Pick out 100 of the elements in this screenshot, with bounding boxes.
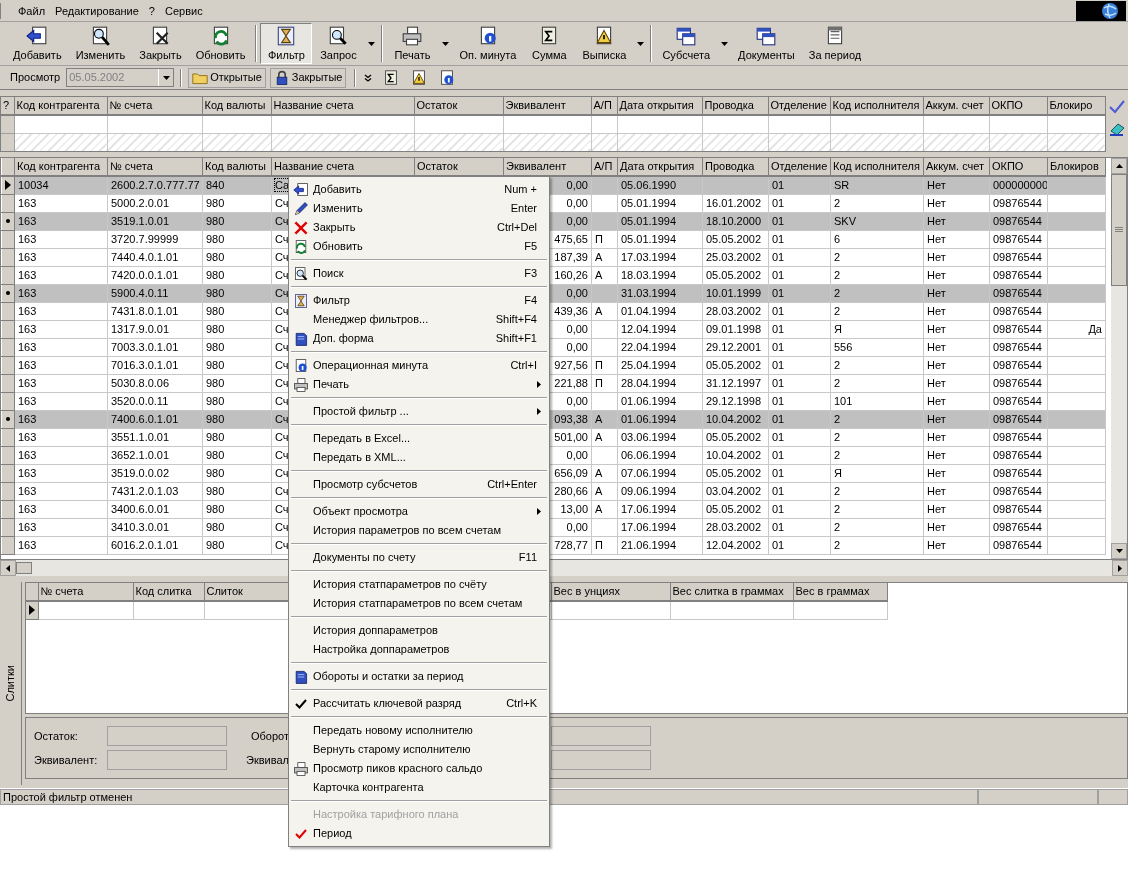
column-header[interactable]: Вес слитка в граммах — [670, 583, 793, 601]
checkmark-icon[interactable] — [1109, 100, 1125, 114]
scroll-up-icon[interactable] — [1115, 164, 1123, 168]
column-header[interactable]: № счета — [107, 158, 203, 176]
scroll-down-button[interactable] — [1111, 543, 1127, 559]
column-header[interactable]: Эквивалент — [503, 158, 592, 176]
vertical-scrollbar[interactable] — [1111, 158, 1127, 559]
table-cell: 163 — [18, 214, 37, 227]
column-header[interactable]: Дата открытия — [617, 158, 703, 176]
column-header[interactable]: А/П — [591, 97, 617, 115]
column-header[interactable]: Проводка — [702, 97, 768, 115]
column-header[interactable]: Остаток — [414, 97, 503, 115]
table-cell: Я — [834, 322, 842, 335]
menu-item[interactable]: Период — [291, 824, 547, 843]
column-header[interactable]: ОКПО — [989, 158, 1048, 176]
table-cell: SR — [834, 179, 850, 191]
eraser-icon[interactable] — [1109, 122, 1125, 136]
menu-item[interactable]: Печать — [291, 375, 547, 394]
column-header[interactable]: Код исполнителя — [830, 158, 924, 176]
help-corner-header[interactable]: ? — [1, 97, 14, 115]
column-header[interactable]: Отделение — [768, 97, 830, 115]
table-cell: 05.05.2002 — [706, 232, 762, 245]
column-header[interactable]: Вес в унциях — [551, 583, 670, 601]
table-cell: А — [595, 430, 603, 443]
toolbar-button[interactable]: Сумма — [523, 23, 576, 64]
menu-item[interactable]: Файл — [13, 2, 51, 19]
caret-icon — [441, 41, 449, 46]
menu-item[interactable]: ? — [143, 2, 160, 19]
menu-item[interactable]: История статпараметров по всем счетам — [291, 594, 547, 613]
marked-row-icon — [6, 219, 10, 223]
menu-item[interactable]: Настройка доппараметров — [291, 640, 547, 659]
column-header[interactable]: Вес в граммах — [793, 583, 887, 601]
scroll-left-icon[interactable] — [6, 564, 10, 572]
menu-item[interactable]: Сервис — [159, 2, 208, 19]
scroll-left-button[interactable] — [0, 560, 16, 576]
menu-item[interactable]: Обороты и остатки за период — [291, 667, 547, 686]
menu-item[interactable]: История доппараметров — [291, 621, 547, 640]
table-cell: 7440.4.0.1.01 — [111, 250, 179, 263]
column-header[interactable]: Код валюты — [202, 97, 271, 115]
toolbar-button[interactable]: Документы — [731, 23, 802, 64]
toolbar-button[interactable]: Закрыть — [132, 23, 189, 64]
table-cell: 09876544 — [993, 466, 1042, 479]
column-header[interactable]: Название счета — [271, 97, 414, 115]
column-header[interactable]: Блокиров — [1047, 158, 1106, 176]
column-header[interactable]: Название счета — [271, 158, 415, 176]
column-header[interactable]: Аккум. счет — [923, 97, 989, 115]
table-cell: 160,26 — [554, 268, 588, 281]
table-cell: Сч — [275, 358, 289, 371]
view-toggle-button[interactable]: Закрытые — [269, 67, 347, 88]
column-header[interactable]: Код контрагента — [14, 97, 107, 115]
column-header[interactable]: Код исполнителя — [830, 97, 923, 115]
menu-item[interactable]: Передать в XML... — [291, 448, 547, 467]
scroll-thumb[interactable] — [1111, 174, 1127, 286]
column-header[interactable]: Дата открытия — [617, 97, 702, 115]
menu-item[interactable]: Операционная минута Ctrl+I — [291, 356, 547, 375]
menu-item[interactable]: Рассчитать ключевой разряд Ctrl+K — [291, 694, 547, 713]
table-cell: 163 — [18, 196, 37, 209]
toolbar-button[interactable]: Печать — [386, 23, 439, 64]
table-cell: 163 — [18, 232, 37, 245]
view-toggle-button[interactable]: Открытые — [188, 67, 266, 88]
table-cell: 09.06.1994 — [621, 484, 677, 497]
toolbar-button[interactable]: Оп. минута — [452, 23, 524, 64]
menu-item[interactable]: Вернуть старому исполнителю — [291, 740, 547, 759]
column-header[interactable]: Эквивалент — [503, 97, 591, 115]
menu-item[interactable]: Просмотр пиков красного сальдо — [291, 759, 547, 778]
menu-item[interactable]: Редактирование — [50, 2, 144, 19]
scroll-up-button[interactable] — [1111, 158, 1127, 174]
column-header[interactable]: Код слитка — [133, 583, 204, 601]
column-header[interactable]: № счета — [38, 583, 133, 601]
toolbar-button[interactable]: Изменить — [68, 23, 133, 64]
column-header[interactable]: Отделение — [768, 158, 831, 176]
column-header[interactable]: ОКПО — [989, 97, 1047, 115]
column-header[interactable]: Блокиро — [1047, 97, 1105, 115]
table-cell: 2 — [834, 484, 841, 497]
toolbar-button[interactable]: Добавить — [6, 23, 69, 64]
scroll-right-icon[interactable] — [1118, 564, 1122, 572]
scroll-down-icon[interactable] — [1115, 549, 1123, 553]
menu-item[interactable]: Передать новому исполнителю — [291, 721, 547, 740]
column-header[interactable]: Проводка — [702, 158, 769, 176]
scroll-right-button[interactable] — [1112, 560, 1128, 576]
toolbar-button[interactable]: За период — [801, 23, 869, 64]
column-header[interactable]: А/П — [591, 158, 618, 176]
toolbar-button[interactable]: Субсчета — [655, 23, 718, 64]
menu-item[interactable]: Поиск F3 — [291, 264, 547, 283]
column-header[interactable]: № счета — [107, 97, 202, 115]
toolbar-button[interactable]: Фильтр — [260, 23, 313, 64]
column-header[interactable]: Остаток — [414, 158, 504, 176]
toolbar-button[interactable]: Запрос — [312, 23, 365, 64]
column-header[interactable]: Код валюты — [202, 158, 272, 176]
toolbar-button[interactable]: Выписка — [575, 23, 634, 64]
column-header[interactable]: Аккум. счет — [923, 158, 990, 176]
chevron-icon[interactable] — [364, 73, 373, 82]
scroll-thumb[interactable] — [16, 562, 32, 574]
toolbar-button[interactable]: Обновить — [188, 23, 253, 64]
menu-item[interactable]: Передать в Excel... — [291, 429, 547, 448]
table-cell: Са — [275, 179, 290, 191]
menu-item[interactable]: История статпараметров по счёту — [291, 575, 547, 594]
menu-item[interactable]: Объект просмотра — [291, 502, 547, 521]
column-header[interactable]: Код контрагента — [14, 158, 108, 176]
column-header[interactable]: Слиток — [204, 583, 288, 601]
